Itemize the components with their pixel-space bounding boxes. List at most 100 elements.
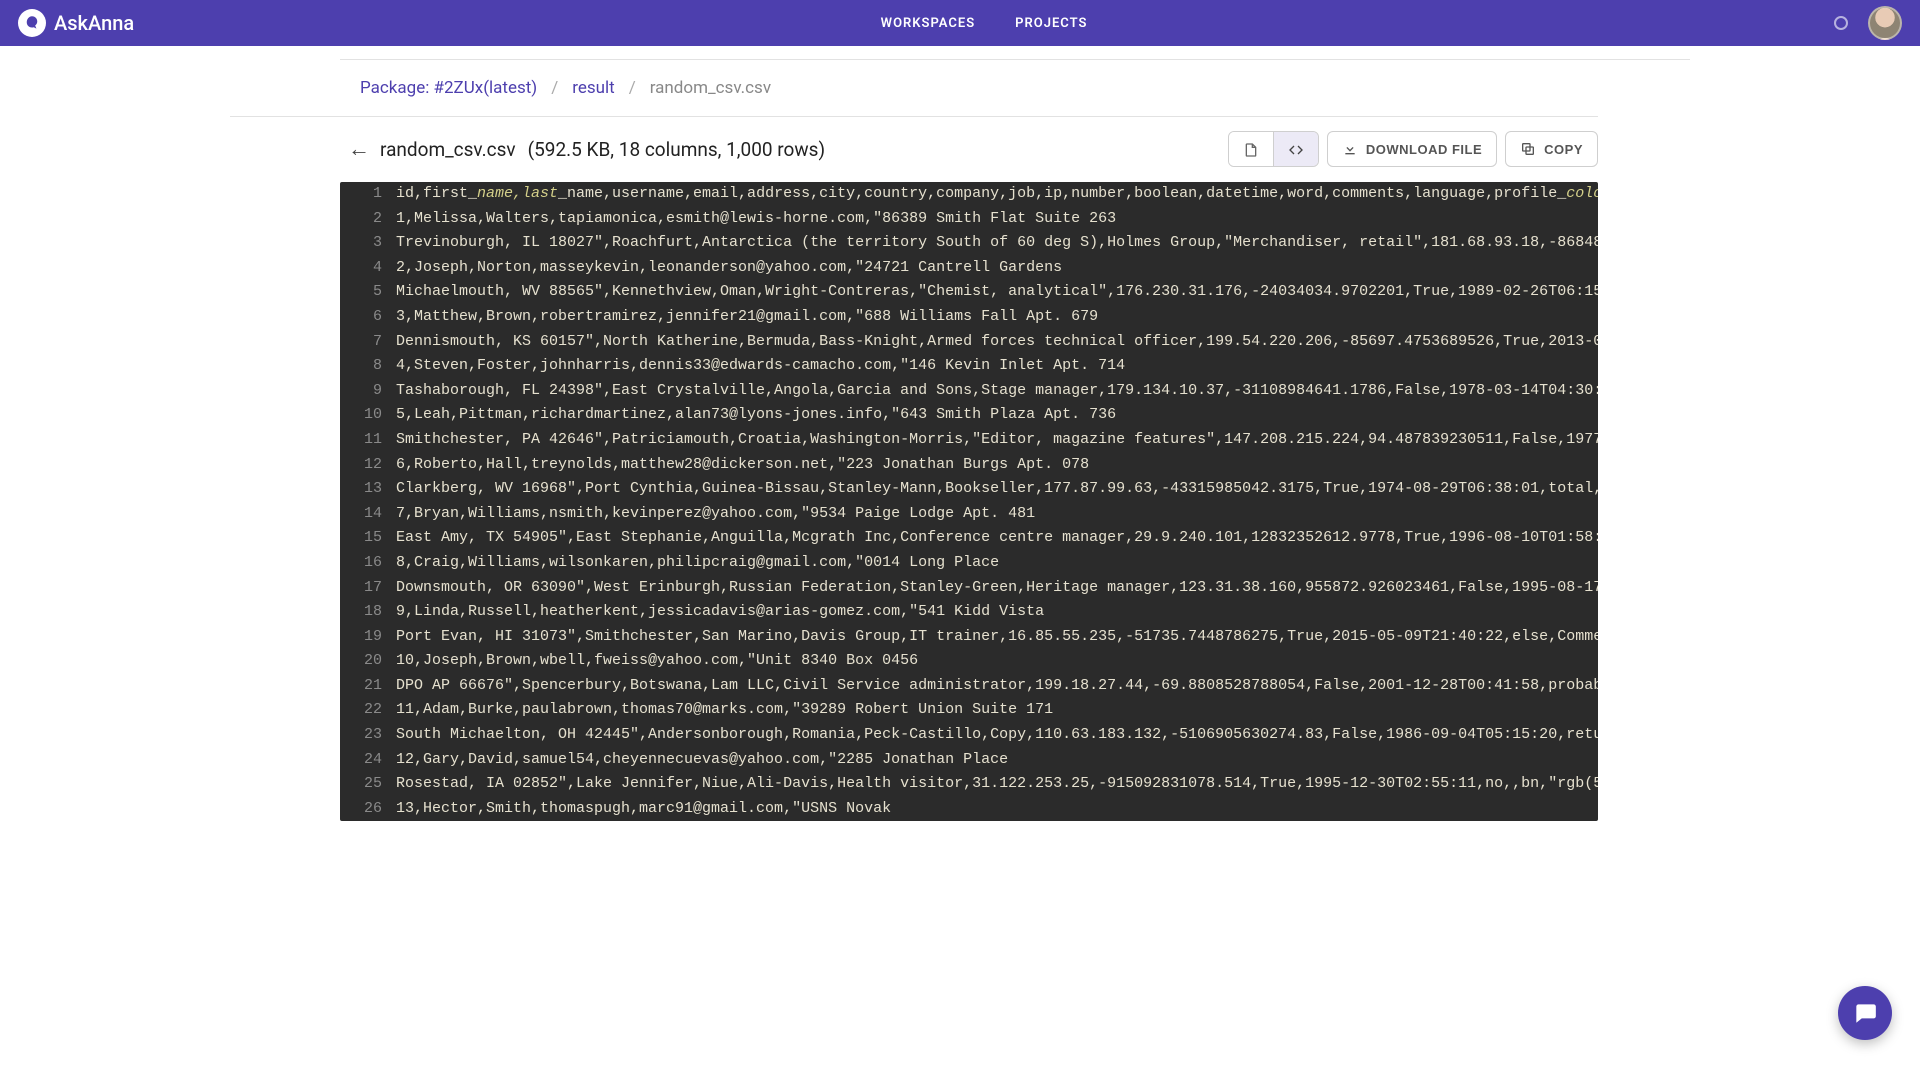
line-content: Smithchester, PA 42646",Patriciamouth,Cr… (396, 428, 1598, 453)
line-content: East Amy, TX 54905",East Stephanie,Angui… (396, 526, 1598, 551)
crumb-file: random_csv.csv (650, 78, 771, 98)
code-line: 2412,Gary,David,samuel54,cheyennecuevas@… (340, 748, 1598, 773)
code-line: 105,Leah,Pittman,richardmartinez,alan73@… (340, 403, 1598, 428)
line-content: 4,Steven,Foster,johnharris,dennis33@edwa… (396, 354, 1598, 379)
brand-icon (18, 9, 46, 37)
code-line: 21,Melissa,Walters,tapiamonica,esmith@le… (340, 207, 1598, 232)
line-content: 2,Joseph,Norton,masseykevin,leonanderson… (396, 256, 1598, 281)
line-content: 3,Matthew,Brown,robertramirez,jennifer21… (396, 305, 1598, 330)
line-content: 10,Joseph,Brown,wbell,fweiss@yahoo.com,"… (396, 649, 1598, 674)
line-content: 12,Gary,David,samuel54,cheyennecuevas@ya… (396, 748, 1598, 773)
code-line: 25Rosestad, IA 02852",Lake Jennifer,Niue… (340, 772, 1598, 797)
code-viewer[interactable]: 1id,first_name,last_name,username,email,… (340, 182, 1598, 821)
avatar[interactable] (1868, 6, 1902, 40)
nav-workspaces[interactable]: WORKSPACES (881, 16, 975, 31)
help-chat-fab[interactable] (1838, 986, 1892, 1040)
nav-projects[interactable]: PROJECTS (1015, 16, 1087, 31)
status-indicator-icon[interactable] (1834, 16, 1848, 30)
view-mode-toggle (1228, 131, 1319, 167)
line-number: 12 (340, 453, 396, 478)
crumb-sep-icon: / (551, 78, 558, 98)
line-content: 1,Melissa,Walters,tapiamonica,esmith@lew… (396, 207, 1598, 232)
code-line: 13Clarkberg, WV 16968",Port Cynthia,Guin… (340, 477, 1598, 502)
code-line: 2010,Joseph,Brown,wbell,fweiss@yahoo.com… (340, 649, 1598, 674)
line-content: Dennismouth, KS 60157",North Katherine,B… (396, 330, 1598, 355)
code-line: 9Tashaborough, FL 24398",East Crystalvil… (340, 379, 1598, 404)
line-number: 5 (340, 280, 396, 305)
back-arrow-icon[interactable]: ← (348, 136, 370, 162)
download-label: DOWNLOAD FILE (1366, 142, 1482, 157)
page: Package: #2ZUx(latest) / result / random… (230, 46, 1690, 821)
line-content: 6,Roberto,Hall,treynolds,matthew28@dicke… (396, 453, 1598, 478)
download-icon (1342, 141, 1358, 157)
line-number: 17 (340, 576, 396, 601)
line-number: 18 (340, 600, 396, 625)
file-actions: DOWNLOAD FILE COPY (1228, 131, 1598, 167)
crumb-result[interactable]: result (572, 78, 614, 98)
line-number: 6 (340, 305, 396, 330)
code-line: 11Smithchester, PA 42646",Patriciamouth,… (340, 428, 1598, 453)
line-number: 23 (340, 723, 396, 748)
code-line: 2211,Adam,Burke,paulabrown,thomas70@mark… (340, 698, 1598, 723)
chat-icon (1852, 1000, 1878, 1026)
code-line: 3Trevinoburgh, IL 18027",Roachfurt,Antar… (340, 231, 1598, 256)
line-number: 9 (340, 379, 396, 404)
line-content: 13,Hector,Smith,thomaspugh,marc91@gmail.… (396, 797, 1598, 822)
line-number: 22 (340, 698, 396, 723)
line-number: 2 (340, 207, 396, 232)
code-line: 5Michaelmouth, WV 88565",Kennethview,Oma… (340, 280, 1598, 305)
code-line: 17Downsmouth, OR 63090",West Erinburgh,R… (340, 576, 1598, 601)
line-number: 7 (340, 330, 396, 355)
line-content: Port Evan, HI 31073",Smithchester,San Ma… (396, 625, 1598, 650)
line-content: Clarkberg, WV 16968",Port Cynthia,Guinea… (396, 477, 1598, 502)
line-number: 15 (340, 526, 396, 551)
code-line: 126,Roberto,Hall,treynolds,matthew28@dic… (340, 453, 1598, 478)
line-content: 7,Bryan,Williams,nsmith,kevinperez@yahoo… (396, 502, 1598, 527)
file-meta: (592.5 KB, 18 columns, 1,000 rows) (528, 138, 825, 161)
line-content: Trevinoburgh, IL 18027",Roachfurt,Antarc… (396, 231, 1598, 256)
copy-label: COPY (1544, 142, 1583, 157)
line-number: 19 (340, 625, 396, 650)
breadcrumb: Package: #2ZUx(latest) / result / random… (230, 60, 1598, 117)
line-number: 4 (340, 256, 396, 281)
line-number: 14 (340, 502, 396, 527)
line-content: 9,Linda,Russell,heatherkent,jessicadavis… (396, 600, 1598, 625)
code-line: 189,Linda,Russell,heatherkent,jessicadav… (340, 600, 1598, 625)
code-line: 23South Michaelton, OH 42445",Andersonbo… (340, 723, 1598, 748)
copy-icon (1520, 141, 1536, 157)
brand-name: AskAnna (54, 11, 134, 35)
view-source-button[interactable] (1273, 132, 1318, 167)
brand[interactable]: AskAnna (18, 9, 134, 37)
code-line: 7Dennismouth, KS 60157",North Katherine,… (340, 330, 1598, 355)
copy-button[interactable]: COPY (1505, 131, 1598, 167)
code-line: 21DPO AP 66676",Spencerbury,Botswana,Lam… (340, 674, 1598, 699)
line-content: Tashaborough, FL 24398",East Crystalvill… (396, 379, 1598, 404)
line-content: South Michaelton, OH 42445",Andersonboro… (396, 723, 1598, 748)
code-line: 1id,first_name,last_name,username,email,… (340, 182, 1598, 207)
line-content: 8,Craig,Williams,wilsonkaren,philipcraig… (396, 551, 1598, 576)
topbar: AskAnna WORKSPACES PROJECTS (0, 0, 1920, 46)
crumb-package[interactable]: Package: #2ZUx(latest) (360, 78, 537, 98)
code-line: 42,Joseph,Norton,masseykevin,leonanderso… (340, 256, 1598, 281)
code-line: 63,Matthew,Brown,robertramirez,jennifer2… (340, 305, 1598, 330)
crumb-sep-icon: / (629, 78, 636, 98)
view-rendered-button[interactable] (1229, 132, 1273, 167)
document-icon (1243, 142, 1259, 158)
code-line: 168,Craig,Williams,wilsonkaren,philipcra… (340, 551, 1598, 576)
file-header: ← random_csv.csv (592.5 KB, 18 columns, … (230, 117, 1598, 182)
main-nav: WORKSPACES PROJECTS (134, 16, 1834, 31)
line-number: 13 (340, 477, 396, 502)
code-icon (1288, 142, 1304, 158)
line-number: 25 (340, 772, 396, 797)
tab-strip (340, 46, 1690, 60)
line-content: id,first_name,last_name,username,email,a… (396, 182, 1598, 207)
line-number: 16 (340, 551, 396, 576)
line-number: 3 (340, 231, 396, 256)
line-number: 1 (340, 182, 396, 207)
line-content: Michaelmouth, WV 88565",Kennethview,Oman… (396, 280, 1598, 305)
line-content: Rosestad, IA 02852",Lake Jennifer,Niue,A… (396, 772, 1598, 797)
line-number: 21 (340, 674, 396, 699)
line-number: 10 (340, 403, 396, 428)
code-line: 19Port Evan, HI 31073",Smithchester,San … (340, 625, 1598, 650)
download-button[interactable]: DOWNLOAD FILE (1327, 131, 1497, 167)
